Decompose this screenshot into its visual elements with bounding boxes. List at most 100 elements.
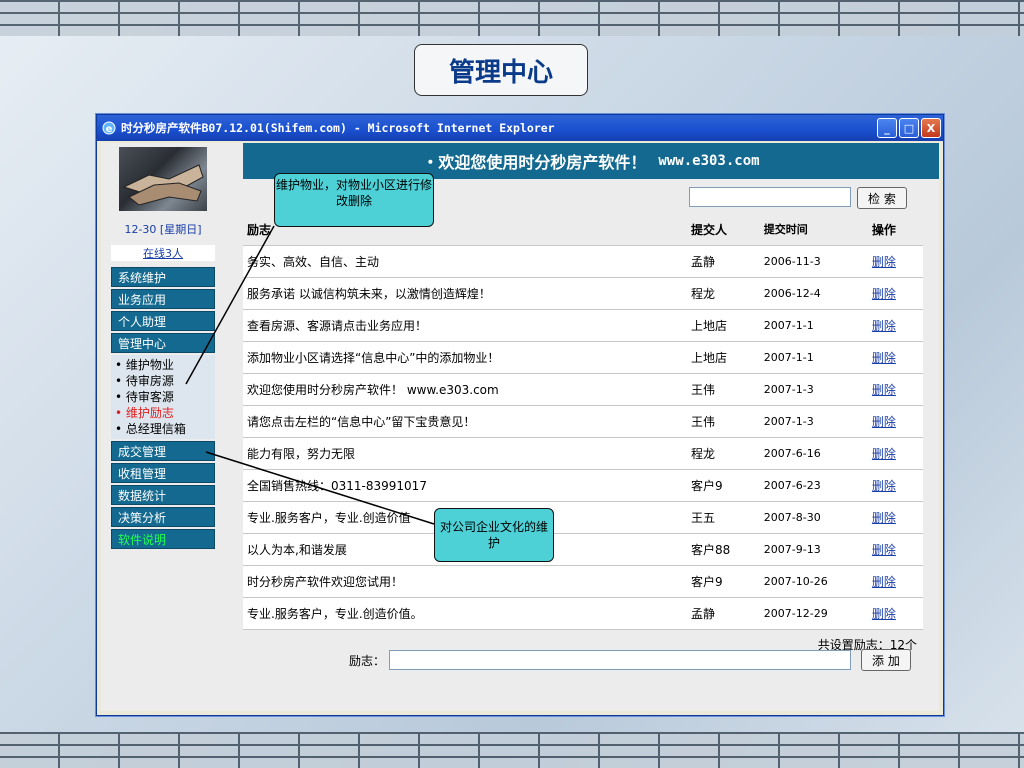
date-label: 12-30 [星期日] — [124, 223, 202, 236]
delete-link[interactable]: 删除 — [868, 573, 923, 590]
delete-link[interactable]: 删除 — [868, 285, 923, 302]
side-menu: 系统维护 业务应用 个人助理 管理中心 • 维护物业 • 待审房源 • 待审客源… — [111, 267, 215, 551]
add-label: 励志： — [348, 653, 385, 668]
menu-software-help[interactable]: 软件说明 — [111, 529, 215, 549]
close-button[interactable]: X — [921, 118, 941, 138]
decorative-brick-band-bottom — [0, 732, 1024, 768]
table-row: 时分秒房产软件欢迎您试用！ 客户9 2007-10-26 删除 — [243, 566, 923, 598]
window-title: 时分秒房产软件B07.12.01(Shifem.com) - Microsoft… — [121, 121, 555, 135]
page-content: 12-30 [星期日] 在线3人 系统维护 业务应用 个人助理 管理中心 • 维… — [101, 143, 939, 711]
menu-system-maintenance[interactable]: 系统维护 — [111, 267, 215, 287]
header-submitter: 提交人 — [691, 222, 728, 237]
motto-table: 励志 提交人 提交时间 操作 务实、高效、自信、主动 孟静 2006-11-3 删除服… — [243, 213, 923, 660]
window-titlebar: e 时分秒房产软件B07.12.01(Shifem.com) - Microso… — [97, 115, 943, 141]
maximize-button[interactable]: □ — [899, 118, 919, 138]
motto-cell: 查看房源、客源请点击业务应用！ — [247, 319, 428, 333]
table-row: 专业.服务客户，专业.创造价值 王五 2007-8-30 删除 — [243, 502, 923, 534]
delete-link[interactable]: 删除 — [868, 349, 923, 366]
submitter-cell: 王五 — [691, 511, 716, 525]
submitter-cell: 程龙 — [691, 447, 716, 461]
table-row: 欢迎您使用时分秒房产软件！ www.e303.com 王伟 2007-1-3 删除 — [243, 374, 923, 406]
submenu-maintain-property[interactable]: • 维护物业 — [115, 357, 215, 373]
submit-time-cell: 2006-11-3 — [763, 255, 821, 268]
header-submit-time: 提交时间 — [763, 223, 808, 236]
motto-input[interactable] — [389, 650, 851, 670]
submitter-cell: 孟静 — [691, 607, 716, 621]
motto-cell: 能力有限，努力无限 — [247, 447, 356, 461]
submitter-cell: 客户9 — [691, 575, 723, 589]
submit-time-cell: 2007-9-13 — [763, 543, 821, 556]
search-row: 检 索 — [689, 187, 907, 209]
submenu-label: 待审房源 — [125, 374, 174, 388]
table-row: 务实、高效、自信、主动 孟静 2006-11-3 删除 — [243, 246, 923, 278]
delete-link[interactable]: 删除 — [868, 509, 923, 526]
motto-cell: 欢迎您使用时分秒房产软件！ www.e303.com — [247, 383, 499, 397]
submit-time-cell: 2007-12-29 — [763, 607, 828, 620]
table-row: 查看房源、客源请点击业务应用！ 上地店 2007-1-1 删除 — [243, 310, 923, 342]
search-button[interactable]: 检 索 — [857, 187, 907, 209]
menu-business-apps[interactable]: 业务应用 — [111, 289, 215, 309]
submit-time-cell: 2007-8-30 — [763, 511, 821, 524]
table-row: 能力有限，努力无限 程龙 2007-6-16 删除 — [243, 438, 923, 470]
menu-personal-assistant[interactable]: 个人助理 — [111, 311, 215, 331]
add-row: 励志： 添 加 — [243, 649, 923, 671]
table-row: 以人为本,和谐发展 客户88 2007-9-13 删除 — [243, 534, 923, 566]
submenu-pending-clients[interactable]: • 待审客源 — [115, 389, 215, 405]
submitter-cell: 客户88 — [691, 543, 731, 557]
delete-link[interactable]: 删除 — [868, 253, 923, 270]
add-button[interactable]: 添 加 — [861, 649, 911, 671]
callout-maintain-property: 维护物业，对物业小区进行修改删除 — [274, 173, 434, 227]
table-row: 全国销售热线：0311-83991017 客户9 2007-6-23 删除 — [243, 470, 923, 502]
management-submenu: • 维护物业 • 待审房源 • 待审客源 • 维护励志 • 总经理信箱 — [111, 355, 215, 439]
handshake-image — [119, 147, 207, 211]
menu-statistics[interactable]: 数据统计 — [111, 485, 215, 505]
menu-deals[interactable]: 成交管理 — [111, 441, 215, 461]
delete-link[interactable]: 删除 — [868, 605, 923, 622]
svg-text:e: e — [106, 124, 113, 135]
delete-link[interactable]: 删除 — [868, 317, 923, 334]
motto-cell: 时分秒房产软件欢迎您试用！ — [247, 575, 404, 589]
delete-link[interactable]: 删除 — [868, 381, 923, 398]
delete-link[interactable]: 删除 — [868, 413, 923, 430]
submenu-manager-mailbox[interactable]: • 总经理信箱 — [115, 421, 215, 437]
delete-link[interactable]: 删除 — [868, 445, 923, 462]
delete-link[interactable]: 删除 — [868, 541, 923, 558]
motto-cell: 务实、高效、自信、主动 — [247, 255, 380, 269]
handshake-icon — [122, 164, 204, 206]
submitter-cell: 上地店 — [691, 319, 728, 333]
submit-time-cell: 2007-6-23 — [763, 479, 821, 492]
search-input[interactable] — [689, 187, 851, 207]
submenu-pending-listings[interactable]: • 待审房源 — [115, 373, 215, 389]
submit-time-cell: 2007-10-26 — [763, 575, 828, 588]
welcome-text: ・欢迎您使用时分秒房产软件！ — [422, 153, 647, 172]
submenu-maintain-mottos[interactable]: • 维护励志 — [115, 405, 215, 421]
slide-title: 管理中心 — [414, 44, 588, 96]
submenu-label: 维护励志 — [125, 406, 174, 420]
online-users-link[interactable]: 在线3人 — [111, 245, 215, 261]
table-body: 务实、高效、自信、主动 孟静 2006-11-3 删除 服务承诺 以诚信构筑未来，以激情… — [243, 246, 923, 630]
motto-cell: 专业.服务客户，专业.创造价值。 — [247, 607, 423, 621]
menu-decision-analysis[interactable]: 决策分析 — [111, 507, 215, 527]
submit-time-cell: 2007-1-1 — [763, 319, 814, 332]
welcome-url: www.e303.com — [658, 153, 760, 169]
submit-time-cell: 2007-1-3 — [763, 415, 814, 428]
submenu-label: 总经理信箱 — [125, 422, 186, 436]
motto-cell: 服务承诺 以诚信构筑未来，以激情创造辉煌！ — [247, 287, 491, 301]
submit-time-cell: 2007-1-3 — [763, 383, 814, 396]
table-row: 专业.服务客户，专业.创造价值。 孟静 2007-12-29 删除 — [243, 598, 923, 630]
submitter-cell: 程龙 — [691, 287, 716, 301]
submitter-cell: 王伟 — [691, 383, 716, 397]
submitter-cell: 孟静 — [691, 255, 716, 269]
delete-link[interactable]: 删除 — [868, 477, 923, 494]
callout-text: 对公司企业文化的维护 — [439, 520, 548, 550]
submenu-label: 维护物业 — [125, 358, 174, 372]
table-row: 添加物业小区请选择“信息中心”中的添加物业！ 上地店 2007-1-1 删除 — [243, 342, 923, 374]
submitter-cell: 王伟 — [691, 415, 716, 429]
submit-time-cell: 2007-6-16 — [763, 447, 821, 460]
minimize-button[interactable]: _ — [877, 118, 897, 138]
callout-culture-maintenance: 对公司企业文化的维护 — [434, 508, 554, 562]
menu-rent-collection[interactable]: 收租管理 — [111, 463, 215, 483]
decorative-brick-band-top — [0, 0, 1024, 36]
table-row: 请您点击左栏的“信息中心”留下宝贵意见！ 王伟 2007-1-3 删除 — [243, 406, 923, 438]
menu-management-center[interactable]: 管理中心 — [111, 333, 215, 353]
